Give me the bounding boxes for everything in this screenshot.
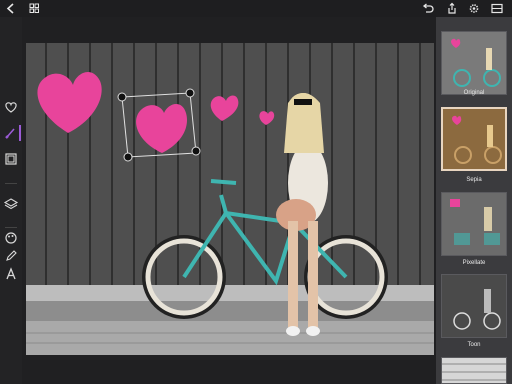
filter-label-pixellate: Pixellate — [462, 260, 486, 266]
filter-thumbnail-pixellate[interactable] — [441, 192, 507, 256]
filter-thumbnail-sepia[interactable] — [441, 107, 507, 171]
text-icon[interactable] — [3, 267, 19, 281]
filter-label-toon: Toon — [467, 342, 481, 348]
heart-icon[interactable] — [3, 100, 19, 114]
toolbar-divider — [5, 227, 17, 228]
undo-icon[interactable] — [421, 2, 435, 15]
brush-icon[interactable] — [3, 126, 19, 140]
share-icon[interactable] — [445, 2, 459, 15]
left-toolbar — [0, 17, 22, 384]
top-toolbar — [0, 0, 512, 17]
compare-icon[interactable] — [490, 2, 504, 15]
thumbnail-image — [442, 193, 506, 255]
filter-thumbnail-next[interactable] — [441, 357, 507, 384]
frame-icon[interactable] — [3, 152, 19, 166]
filter-label-sepia: Sepia — [466, 177, 482, 183]
filter-label-original: Original — [463, 90, 485, 96]
grid-icon[interactable] — [27, 2, 41, 15]
back-chevron-icon[interactable] — [4, 2, 18, 15]
photo-image — [26, 43, 434, 355]
thumbnail-image — [442, 358, 506, 383]
palette-icon[interactable] — [3, 231, 19, 245]
photo-canvas[interactable] — [26, 43, 434, 355]
pen-icon[interactable] — [3, 249, 19, 263]
filter-panel: Original Sepia Pixellate Toon — [436, 17, 512, 384]
layers-icon[interactable] — [3, 197, 19, 211]
thumbnail-image — [442, 275, 506, 337]
thumbnail-image — [442, 32, 506, 94]
settings-icon[interactable] — [467, 2, 481, 15]
toolbar-divider — [5, 183, 17, 184]
filter-thumbnail-original[interactable] — [441, 31, 507, 95]
filter-thumbnail-toon[interactable] — [441, 274, 507, 338]
thumbnail-image — [443, 109, 505, 169]
active-tool-indicator — [19, 125, 21, 141]
